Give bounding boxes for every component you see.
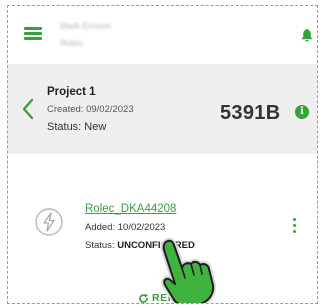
device-status: Status: UNCONFIGURED — [85, 240, 195, 251]
refresh-label: REFRESH — [152, 292, 207, 304]
charger-icon — [35, 208, 63, 236]
device-status-label: Status: — [85, 240, 118, 251]
project-title: Project 1 — [47, 86, 96, 98]
app-header: Mark Emson Rolec — [8, 6, 317, 64]
device-added-date: Added: 10/02/2023 — [85, 222, 166, 233]
device-card: Rolec_DKA44208 Added: 10/02/2023 Status:… — [8, 154, 317, 304]
back-chevron-icon[interactable] — [22, 98, 34, 120]
refresh-button[interactable]: REFRESH — [138, 291, 207, 304]
device-status-value: UNCONFIGURED — [117, 240, 195, 251]
bell-icon[interactable] — [301, 28, 313, 42]
info-icon[interactable]: i — [295, 105, 309, 119]
app-screen: Mark Emson Rolec Project 1 Created: 09/0… — [7, 5, 318, 304]
more-options-icon[interactable] — [291, 216, 297, 234]
project-panel: Project 1 Created: 09/02/2023 Status: Ne… — [8, 64, 317, 154]
project-status: Status: New — [47, 121, 107, 133]
menu-icon[interactable] — [24, 27, 42, 40]
project-created-date: Created: 09/02/2023 — [47, 104, 134, 115]
user-name: Mark Emson — [60, 21, 111, 31]
device-name-link[interactable]: Rolec_DKA44208 — [85, 203, 176, 215]
user-company: Rolec — [60, 38, 84, 48]
project-code: 5391B — [220, 102, 281, 124]
refresh-icon — [139, 293, 149, 303]
